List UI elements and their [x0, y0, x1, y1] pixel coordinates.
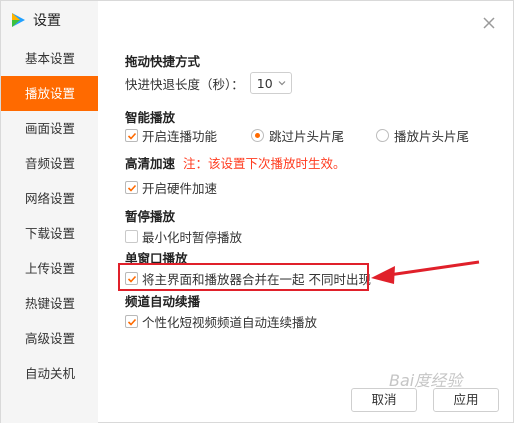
titlebar: 设置 — [9, 9, 61, 31]
sidebar-item-advanced[interactable]: 高级设置 — [1, 321, 98, 356]
settings-window: 设置 基本设置 播放设置 画面设置 音频设置 网络设置 下载设置 上传设置 热键… — [0, 0, 514, 423]
section-title-hd: 高清加速 — [125, 156, 176, 171]
play-intro-radio[interactable] — [376, 129, 389, 142]
continuous-play-row[interactable]: 开启连播功能 — [125, 126, 217, 145]
check-icon — [127, 318, 136, 326]
play-intro-label: 播放片头片尾 — [394, 129, 470, 144]
minimize-pause-row[interactable]: 最小化时暂停播放 — [125, 227, 242, 246]
shortvideo-checkbox[interactable] — [125, 315, 138, 328]
section-title-channel: 频道自动续播 — [125, 294, 201, 309]
hd-note: 注：该设置下次播放时生效。 — [183, 156, 346, 171]
hardware-accel-label: 开启硬件加速 — [142, 181, 218, 196]
sidebar-item-upload[interactable]: 上传设置 — [1, 251, 98, 286]
skip-intro-radio[interactable] — [251, 129, 264, 142]
check-icon — [127, 184, 136, 192]
hd-title-row: 高清加速 注：该设置下次播放时生效。 — [125, 153, 346, 172]
skip-intro-label: 跳过片头片尾 — [269, 129, 345, 144]
chevron-down-icon — [277, 76, 287, 91]
seek-length-row: 快进快退长度（秒）： 10 — [125, 72, 292, 94]
play-intro-row[interactable]: 播放片头片尾 — [376, 126, 469, 145]
minimize-pause-checkbox[interactable] — [125, 230, 138, 243]
minimize-pause-label: 最小化时暂停播放 — [142, 230, 243, 245]
shortvideo-label: 个性化短视频频道自动连续播放 — [142, 315, 318, 330]
sidebar-item-picture[interactable]: 画面设置 — [1, 111, 98, 146]
app-logo-icon — [9, 11, 27, 29]
sidebar-item-autoshutdown[interactable]: 自动关机 — [1, 356, 98, 391]
sidebar-item-hotkey[interactable]: 热键设置 — [1, 286, 98, 321]
annotation-arrow-icon — [367, 256, 487, 286]
window-title: 设置 — [33, 13, 61, 29]
sidebar: 设置 基本设置 播放设置 画面设置 音频设置 网络设置 下载设置 上传设置 热键… — [1, 1, 98, 423]
apply-button[interactable]: 应用 — [433, 388, 499, 412]
sidebar-nav: 基本设置 播放设置 画面设置 音频设置 网络设置 下载设置 上传设置 热键设置 … — [1, 41, 98, 391]
continuous-play-label: 开启连播功能 — [142, 129, 218, 144]
section-title-smart: 智能播放 — [125, 110, 176, 125]
section-title-drag: 拖动快捷方式 — [125, 54, 201, 69]
sidebar-item-network[interactable]: 网络设置 — [1, 181, 98, 216]
close-icon[interactable] — [481, 15, 497, 31]
check-icon — [127, 132, 136, 140]
hardware-accel-row[interactable]: 开启硬件加速 — [125, 178, 217, 197]
section-title-pause: 暂停播放 — [125, 209, 176, 224]
cancel-button[interactable]: 取消 — [351, 388, 417, 412]
continuous-play-checkbox[interactable] — [125, 129, 138, 142]
sidebar-item-download[interactable]: 下载设置 — [1, 216, 98, 251]
sidebar-item-playback[interactable]: 播放设置 — [1, 76, 98, 111]
sidebar-item-basic[interactable]: 基本设置 — [1, 41, 98, 76]
skip-intro-row[interactable]: 跳过片头片尾 — [251, 126, 344, 145]
shortvideo-row[interactable]: 个性化短视频频道自动连续播放 — [125, 312, 317, 331]
seek-length-label: 快进快退长度（秒）： — [125, 76, 244, 92]
sidebar-item-audio[interactable]: 音频设置 — [1, 146, 98, 181]
highlight-box — [118, 263, 369, 291]
seek-length-select[interactable]: 10 — [249, 72, 292, 94]
seek-length-value: 10 — [256, 75, 273, 91]
hardware-accel-checkbox[interactable] — [125, 181, 138, 194]
